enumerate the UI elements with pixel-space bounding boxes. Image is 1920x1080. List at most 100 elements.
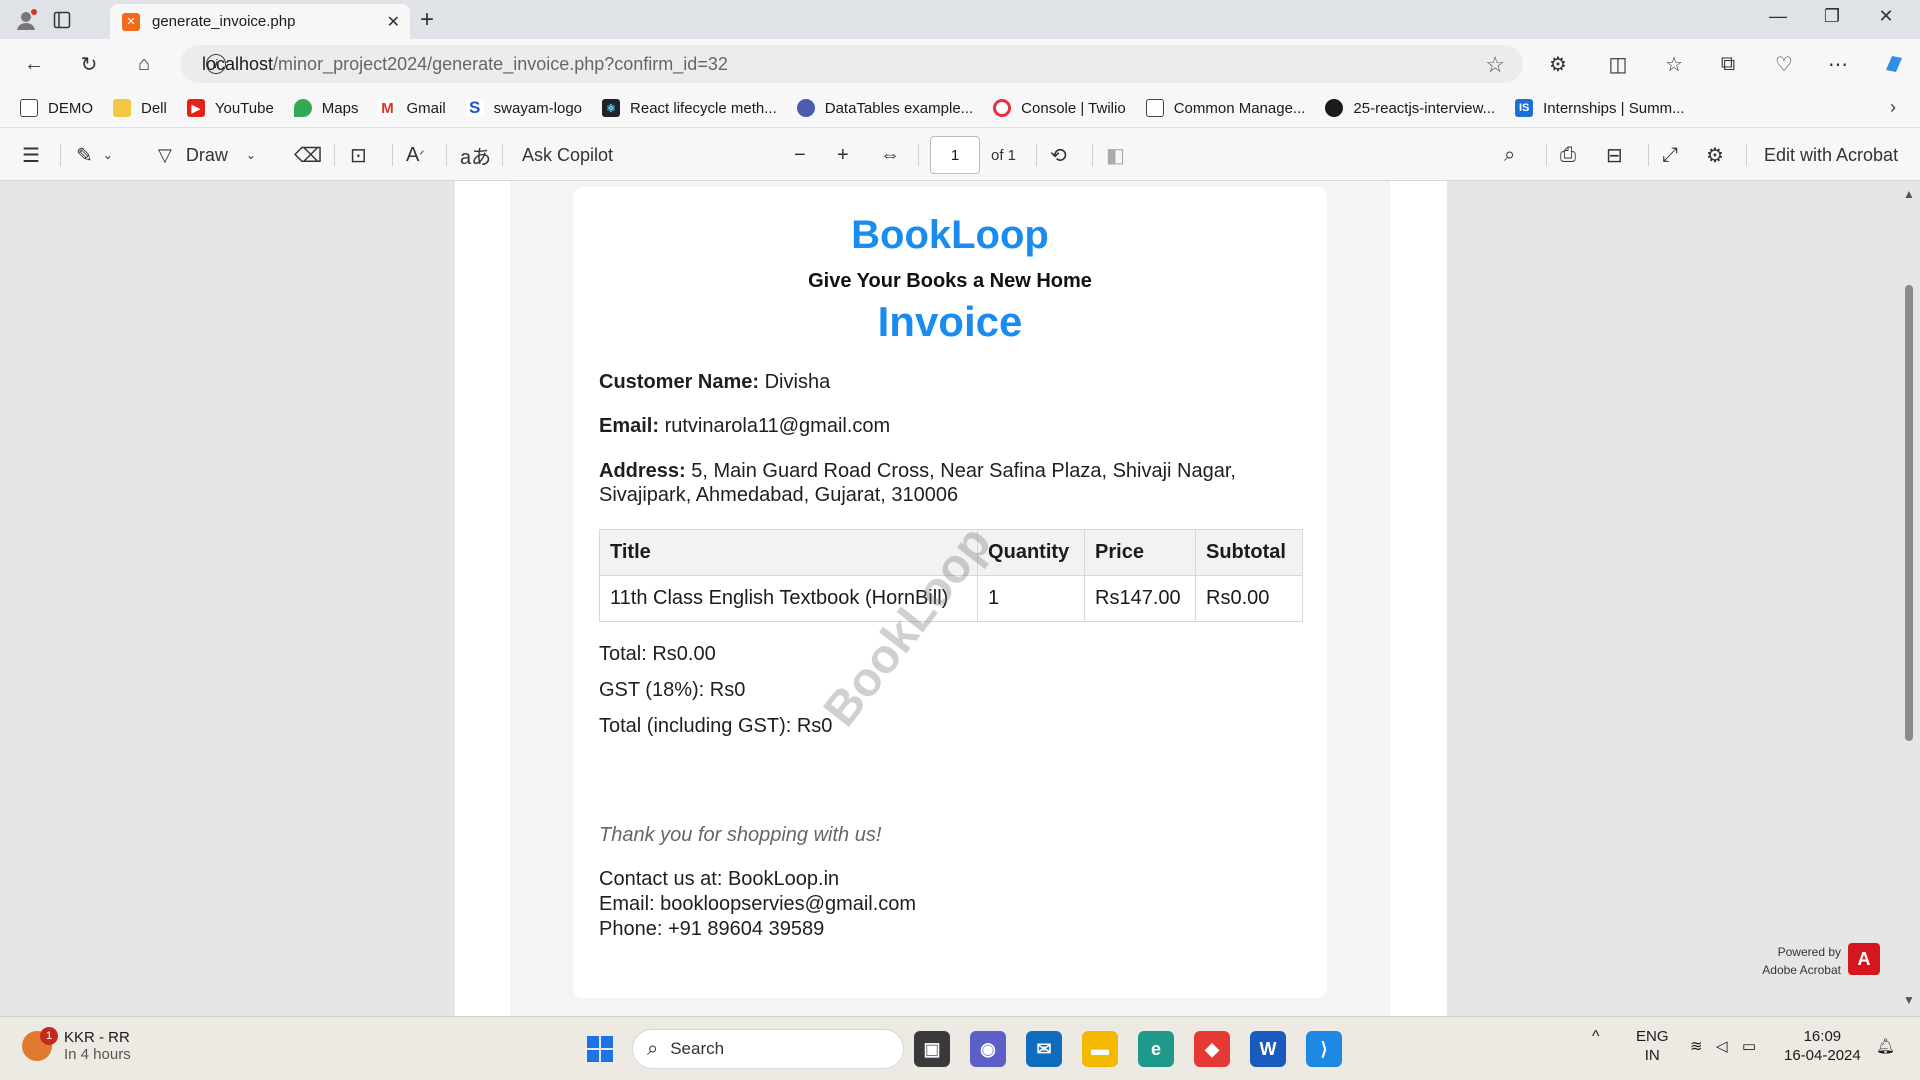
weather-widget[interactable]: 1 KKR - RR In 4 hours [22,1027,131,1063]
vscode-icon[interactable]: ⟩ [1306,1031,1342,1067]
bookmark-datatables[interactable]: DataTables example... [796,99,973,117]
windows-start-icon[interactable] [582,1031,618,1067]
bookmark-twilio[interactable]: Console | Twilio [993,99,1126,117]
clock-time: 16:09 [1803,1028,1842,1045]
item-price: Rs147.00 [1084,575,1196,622]
translate-icon[interactable]: aあ [460,141,491,169]
customer-email: Email: rutvinarola11@gmail.com [599,414,1299,438]
adobe-acrobat-logo-icon[interactable]: A [1848,943,1880,975]
url-path: /minor_project2024/generate_invoice.php?… [273,53,728,74]
file-explorer-icon[interactable]: ▬ [1082,1031,1118,1067]
fullscreen-icon[interactable]: ⤢ [1662,141,1678,169]
more-options-icon[interactable]: ⋯ [1822,49,1854,79]
scroll-thumb[interactable] [1905,285,1913,741]
add-text-icon[interactable]: ⊡ [350,141,367,169]
item-quantity: 1 [977,575,1086,622]
refresh-icon[interactable]: ↻ [73,49,105,79]
divider [392,144,393,166]
bookmark-internships[interactable]: IS Internships | Summ... [1515,99,1685,117]
scroll-up-arrow-icon[interactable]: ▲ [1903,187,1915,201]
react-icon: ⚛ [602,99,621,117]
site-info-icon[interactable]: i [206,54,226,74]
vertical-scrollbar[interactable]: ▲ ▼ [1898,181,1920,1016]
bookmark-react[interactable]: ⚛ React lifecycle meth... [602,99,777,117]
bookmark-swayam[interactable]: Sswayam-logo [465,98,582,117]
ask-copilot-button[interactable]: Ask Copilot [522,141,613,169]
tab-generate-invoice[interactable]: ✕ generate_invoice.php ✕ [110,4,410,39]
eraser-icon[interactable]: ⌫ [294,141,322,169]
customer-name: Customer Name: Divisha [599,370,1299,394]
wifi-icon[interactable]: ≋ [1690,1037,1703,1056]
new-tab-icon[interactable]: + [420,6,434,34]
restore-icon[interactable]: ❐ [1812,6,1852,27]
save-icon[interactable]: ⊟ [1606,141,1623,169]
scroll-down-arrow-icon[interactable]: ▼ [1903,993,1915,1007]
print-icon[interactable]: ⎙ [1560,141,1576,169]
language-indicator[interactable]: ENG IN [1636,1027,1669,1065]
word-icon[interactable]: W [1250,1031,1286,1067]
divider [918,144,919,166]
search-icon[interactable]: ⌕ [1504,141,1515,169]
clock[interactable]: 16:09 16-04-2024 [1784,1027,1861,1065]
bookmark-github[interactable]: 25-reactjs-interview... [1325,99,1495,117]
bookmark-youtube[interactable]: ▶ YouTube [186,99,274,117]
extensions-icon[interactable]: ⚙ [1542,49,1574,79]
fit-to-width-icon[interactable]: ⇔ [880,141,900,169]
page-number-input[interactable]: 1 [930,136,980,174]
powered-by-line2: Adobe Acrobat [1762,963,1841,977]
bookmark-common-manage[interactable]: Common Manage... [1145,99,1305,117]
bookmark-dell[interactable]: Dell [113,99,167,117]
anydesk-icon[interactable]: ◆ [1194,1031,1230,1067]
edge-icon[interactable]: e [1138,1031,1174,1067]
settings-gear-icon[interactable]: ⚙ [1706,141,1724,169]
gst: GST (18%): Rs0 [599,679,746,701]
close-window-icon[interactable]: ✕ [1866,6,1906,27]
bookmarks-overflow-chevron-icon[interactable]: › [1890,97,1896,118]
volume-icon[interactable]: ◁ [1716,1037,1728,1056]
rotate-icon[interactable]: ⟲ [1050,141,1067,169]
swayam-icon: S [465,98,484,117]
zoom-in-icon[interactable]: + [837,141,849,169]
item-subtotal: Rs0.00 [1195,575,1303,622]
favorites-icon[interactable]: ☆ [1658,49,1690,79]
cricket-widget-icon: 1 [22,1027,58,1061]
home-icon[interactable]: ⌂ [128,49,160,79]
address-bar[interactable]: i localhost/minor_project2024/generate_i… [180,45,1523,83]
language-code: ENG [1636,1028,1669,1045]
notifications-bell-icon[interactable]: 🔔︎ [1876,1037,1895,1056]
minimize-icon[interactable]: — [1758,6,1798,27]
taskbar-search[interactable]: ⌕ Search [632,1029,904,1069]
bookmark-gmail[interactable]: M Gmail [378,99,446,117]
favorite-star-icon[interactable]: ☆ [1485,52,1505,78]
highlight-icon[interactable]: ✎ ⌄ [76,141,113,169]
battery-icon[interactable]: ▭ [1742,1037,1756,1056]
teams-icon[interactable]: ◉ [970,1031,1006,1067]
read-aloud-icon[interactable]: Aᐟ [406,141,424,169]
tab-close-icon[interactable]: ✕ [387,12,400,32]
divider [1036,144,1037,166]
tab-actions-icon[interactable] [46,4,78,36]
bookmarks-bar: DEMO Dell ▶ YouTube Maps M Gmail Sswayam-l… [0,89,1920,127]
xampp-favicon-icon: ✕ [122,12,140,31]
back-icon[interactable]: ← [18,49,50,79]
collections-icon[interactable]: ⧉ [1712,49,1744,79]
page-view-icon[interactable]: ◧ [1106,141,1125,169]
show-hidden-icons-chevron-icon[interactable]: ^ [1592,1027,1600,1046]
contents-list-icon[interactable]: ☰ [22,141,40,169]
powered-by: Powered by Adobe Acrobat [1756,943,1841,979]
browser-essentials-icon[interactable]: ♡ [1768,49,1800,79]
bookmark-maps[interactable]: Maps [293,99,358,117]
zoom-out-icon[interactable]: − [794,141,806,169]
task-view-icon[interactable]: ▣ [914,1031,950,1067]
divider [1648,144,1649,166]
header-price: Price [1084,529,1196,576]
mail-icon[interactable]: ✉ [1026,1031,1062,1067]
profile-icon[interactable] [10,4,42,36]
bookmark-demo[interactable]: DEMO [20,99,93,117]
edit-with-acrobat-button[interactable]: Edit with Acrobat [1764,141,1898,169]
draw-button[interactable]: ▽ Draw ⌄ [158,141,256,169]
github-icon [1325,99,1344,117]
split-screen-icon[interactable]: ◫ [1602,49,1634,79]
copilot-icon[interactable] [1878,49,1910,79]
pdf-viewer[interactable]: BookLoop Give Your Books a New Home Invo… [0,181,1920,1016]
